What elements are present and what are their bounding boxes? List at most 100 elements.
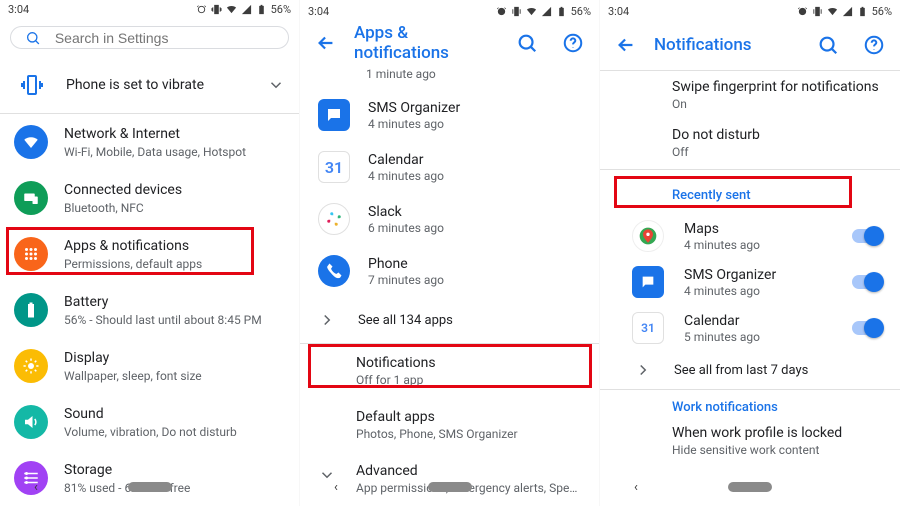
- item-sub: Volume, vibration, Do not disturb: [64, 424, 285, 440]
- row-title: Do not disturb: [672, 127, 882, 143]
- signal-icon: [241, 4, 252, 15]
- status-bar: 3:04 56%: [0, 0, 299, 16]
- toggle-sms[interactable]: [852, 275, 882, 289]
- settings-root: 3:04 56% Phone is set to vibrate Network…: [0, 0, 300, 506]
- row-dnd[interactable]: Do not disturb Off: [600, 119, 900, 169]
- item-title: Display: [64, 349, 285, 367]
- nav-bar: ‹: [300, 472, 599, 506]
- recent-maps[interactable]: Maps4 minutes ago: [600, 213, 900, 259]
- app-sub: 7 minutes ago: [368, 273, 581, 287]
- vibrate-row[interactable]: Phone is set to vibrate: [0, 57, 299, 113]
- item-sub: Wallpaper, sleep, font size: [64, 368, 285, 384]
- nav-back-icon[interactable]: ‹: [334, 480, 338, 495]
- item-sub: 56% - Should last until about 8:45 PM: [64, 312, 285, 328]
- see-all-label: See all 134 apps: [358, 313, 453, 328]
- recent-sms[interactable]: SMS Organizer4 minutes ago: [600, 259, 900, 305]
- section-recently-sent: Recently sent: [600, 170, 900, 213]
- sms-icon: [640, 274, 656, 290]
- see-all-label: See all from last 7 days: [674, 363, 808, 378]
- nav-home-pill[interactable]: [428, 482, 472, 492]
- search-input[interactable]: [55, 30, 274, 46]
- battery-icon: [22, 301, 40, 319]
- nav-bar: ‹: [0, 472, 299, 506]
- header-search-button[interactable]: [810, 27, 846, 63]
- item-title: Sound: [64, 405, 285, 423]
- status-right: 56%: [196, 3, 291, 16]
- back-button[interactable]: [608, 27, 644, 63]
- row-swipe-fingerprint[interactable]: Swipe fingerprint for notifications On: [600, 71, 900, 119]
- app-name: Calendar: [368, 152, 581, 168]
- battery-icon: [256, 4, 267, 15]
- app-sub: 6 minutes ago: [368, 221, 581, 235]
- toggle-maps[interactable]: [852, 229, 882, 243]
- nav-back-icon[interactable]: ‹: [34, 480, 38, 495]
- row-sub: Off: [672, 145, 882, 159]
- header-search-button[interactable]: [509, 25, 545, 61]
- slack-icon: [325, 210, 343, 228]
- see-all-apps[interactable]: See all 134 apps: [300, 297, 599, 343]
- status-time: 3:04: [308, 5, 329, 18]
- app-phone[interactable]: Phone7 minutes ago: [300, 245, 599, 297]
- apps-icon: [22, 245, 40, 263]
- back-button[interactable]: [308, 25, 344, 61]
- chevron-right-icon: [318, 311, 336, 329]
- app-slack[interactable]: Slack6 minutes ago: [300, 193, 599, 245]
- alarm-icon: [196, 4, 207, 15]
- row-sub: Hide sensitive work content: [672, 443, 882, 457]
- app-calendar[interactable]: 31 Calendar4 minutes ago: [300, 141, 599, 193]
- status-time: 3:04: [608, 5, 629, 18]
- nav-home-pill[interactable]: [128, 482, 172, 492]
- app-name: SMS Organizer: [684, 267, 832, 283]
- status-battery: 56%: [271, 3, 291, 16]
- search-settings[interactable]: [10, 26, 289, 49]
- toggle-calendar[interactable]: [852, 321, 882, 335]
- wifi-icon: [226, 4, 237, 15]
- section-work-notifications: Work notifications: [600, 390, 900, 415]
- status-bar: 3:04 56%: [600, 0, 900, 20]
- nav-home-pill[interactable]: [728, 482, 772, 492]
- status-bar: 3:04 56%: [300, 0, 599, 19]
- status-right: 56%: [496, 5, 591, 18]
- nav-back-icon[interactable]: ‹: [634, 480, 638, 495]
- header-help-button[interactable]: [856, 27, 892, 63]
- header-title: Notifications: [654, 35, 800, 55]
- wifi-icon: [827, 6, 838, 17]
- item-network[interactable]: Network & InternetWi-Fi, Mobile, Data us…: [0, 114, 299, 170]
- app-name: Maps: [684, 221, 832, 237]
- app-sub: 4 minutes ago: [368, 169, 581, 183]
- row-sub: Photos, Phone, SMS Organizer: [356, 427, 581, 441]
- item-sub: Wi-Fi, Mobile, Data usage, Hotspot: [64, 144, 285, 160]
- item-battery[interactable]: Battery56% - Should last until about 8:4…: [0, 282, 299, 338]
- row-notifications[interactable]: Notifications Off for 1 app: [300, 344, 599, 398]
- app-sub: 5 minutes ago: [684, 330, 832, 344]
- signal-icon: [541, 6, 552, 17]
- sound-icon: [22, 413, 40, 431]
- item-apps[interactable]: Apps & notificationsPermissions, default…: [0, 226, 299, 282]
- item-sub: Bluetooth, NFC: [64, 200, 285, 216]
- app-name: Slack: [368, 204, 581, 220]
- header-help-button[interactable]: [555, 25, 591, 61]
- app-name: Phone: [368, 256, 581, 272]
- row-sub: On: [672, 97, 882, 111]
- status-right: 56%: [797, 5, 892, 18]
- vibrate-large-icon: [20, 73, 44, 97]
- app-name: Calendar: [684, 313, 832, 329]
- see-all-7days[interactable]: See all from last 7 days: [600, 351, 900, 389]
- app-sms-organizer[interactable]: SMS Organizer4 minutes ago: [300, 89, 599, 141]
- status-time: 3:04: [8, 3, 29, 16]
- app-sub: 4 minutes ago: [368, 117, 581, 131]
- item-title: Battery: [64, 293, 285, 311]
- battery-icon: [556, 6, 567, 17]
- row-work-profile-locked[interactable]: When work profile is locked Hide sensiti…: [600, 415, 900, 468]
- row-sub: Off for 1 app: [356, 373, 581, 387]
- item-sound[interactable]: SoundVolume, vibration, Do not disturb: [0, 394, 299, 450]
- row-default-apps[interactable]: Default apps Photos, Phone, SMS Organize…: [300, 398, 599, 452]
- item-title: Apps & notifications: [64, 237, 285, 255]
- header-title: Apps & notifications: [354, 23, 499, 63]
- wifi-icon: [526, 6, 537, 17]
- item-sub: Permissions, default apps: [64, 256, 285, 272]
- item-display[interactable]: DisplayWallpaper, sleep, font size: [0, 338, 299, 394]
- recent-calendar[interactable]: 31 Calendar5 minutes ago: [600, 305, 900, 351]
- row-title: When work profile is locked: [672, 425, 882, 441]
- item-connected[interactable]: Connected devicesBluetooth, NFC: [0, 170, 299, 226]
